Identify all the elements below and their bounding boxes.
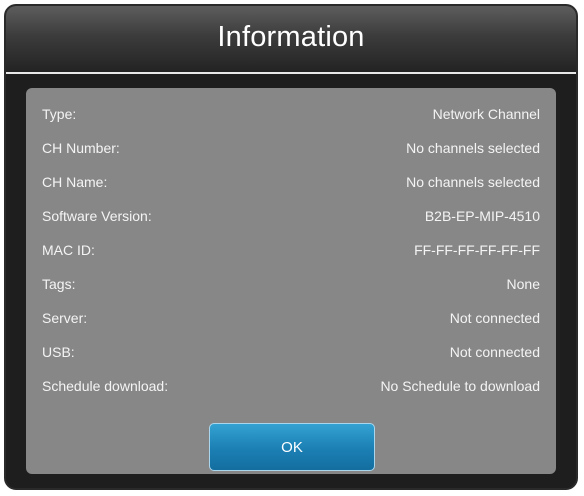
info-row-tags: Tags: None [42,274,540,294]
info-row-type: Type: Network Channel [42,104,540,124]
info-row-schedule-download: Schedule download: No Schedule to downlo… [42,376,540,396]
mac-id-value: FF-FF-FF-FF-FF-FF [414,242,540,258]
schedule-download-value: No Schedule to download [380,378,540,394]
ch-name-value: No channels selected [406,174,540,190]
dialog-titlebar: Information [6,6,576,74]
info-panel: Type: Network Channel CH Number: No chan… [26,88,556,474]
ok-button[interactable]: OK [209,423,375,471]
server-label: Server: [42,310,88,326]
ch-number-value: No channels selected [406,140,540,156]
type-label: Type: [42,106,77,122]
dialog-title: Information [217,20,365,53]
software-version-label: Software Version: [42,208,152,224]
software-version-value: B2B-EP-MIP-4510 [424,208,540,224]
info-row-ch-number: CH Number: No channels selected [42,138,540,158]
schedule-download-label: Schedule download: [42,378,169,394]
tags-value: None [506,276,540,292]
usb-value: Not connected [449,344,540,360]
server-value: Not connected [449,310,540,326]
info-row-mac-id: MAC ID: FF-FF-FF-FF-FF-FF [42,240,540,260]
information-dialog: Information Type: Network Channel CH Num… [4,4,578,490]
usb-label: USB: [42,344,75,360]
ch-name-label: CH Name: [42,174,108,190]
ch-number-label: CH Number: [42,140,120,156]
info-row-ch-name: CH Name: No channels selected [42,172,540,192]
info-row-usb: USB: Not connected [42,342,540,362]
mac-id-label: MAC ID: [42,242,95,258]
type-value: Network Channel [432,106,540,122]
tags-label: Tags: [42,276,76,292]
info-row-software-version: Software Version: B2B-EP-MIP-4510 [42,206,540,226]
info-row-server: Server: Not connected [42,308,540,328]
